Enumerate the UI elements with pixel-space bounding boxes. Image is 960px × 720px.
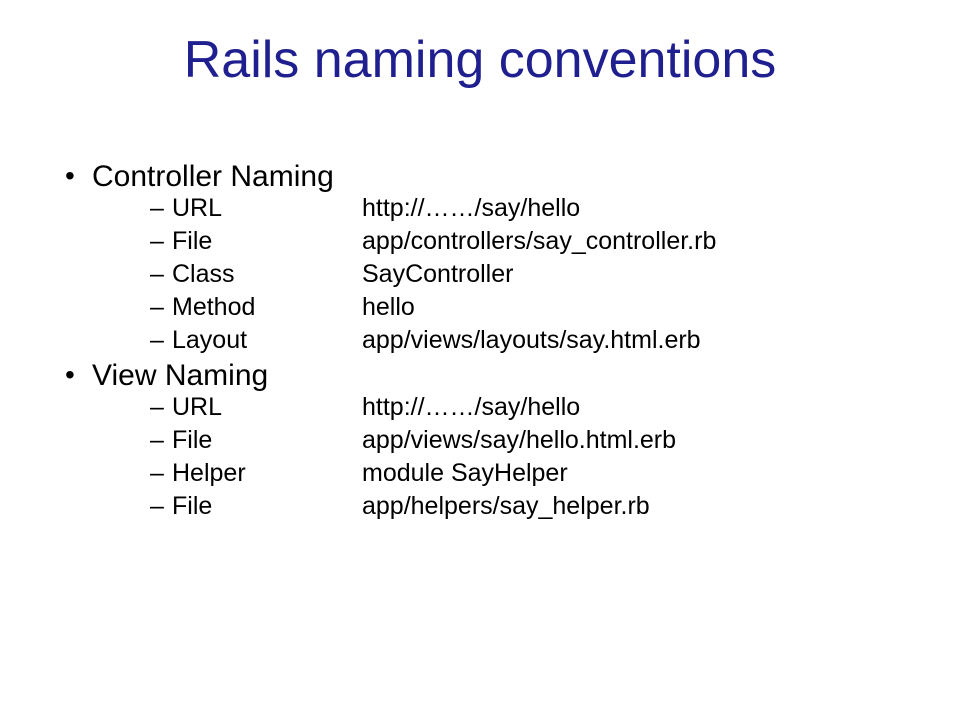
slide-content: Controller Naming URL http://……/say/hell… (0, 160, 960, 521)
section-heading-text: View Naming (92, 359, 268, 392)
list-item: Layout app/views/layouts/say.html.erb (150, 326, 960, 355)
list-item: File app/views/say/hello.html.erb (150, 426, 960, 455)
slide-title: Rails naming conventions (0, 30, 960, 90)
list-item: Class SayController (150, 260, 960, 289)
list-item: Helper module SayHelper (150, 459, 960, 488)
list-item: File app/controllers/say_controller.rb (150, 227, 960, 256)
item-value: SayController (362, 260, 513, 289)
item-label: URL (172, 393, 362, 422)
item-value: module SayHelper (362, 459, 568, 488)
item-value: app/helpers/say_helper.rb (362, 492, 650, 521)
item-value: hello (362, 293, 415, 322)
item-label: File (172, 227, 362, 256)
item-label: Class (172, 260, 362, 289)
item-label: File (172, 426, 362, 455)
item-value: http://……/say/hello (362, 194, 580, 223)
list-item: URL http://……/say/hello (150, 194, 960, 223)
section-heading: Controller Naming URL http://……/say/hell… (60, 160, 960, 355)
slide: Rails naming conventions Controller Nami… (0, 30, 960, 710)
item-value: app/views/say/hello.html.erb (362, 426, 676, 455)
section-heading: View Naming URL http://……/say/hello File… (60, 359, 960, 521)
item-label: Helper (172, 459, 362, 488)
list-item: URL http://……/say/hello (150, 393, 960, 422)
item-label: Layout (172, 326, 362, 355)
item-label: URL (172, 194, 362, 223)
item-value: app/controllers/say_controller.rb (362, 227, 716, 256)
item-list: URL http://……/say/hello File app/views/s… (92, 393, 960, 521)
list-item: File app/helpers/say_helper.rb (150, 492, 960, 521)
item-list: URL http://……/say/hello File app/control… (92, 194, 960, 355)
section-heading-text: Controller Naming (92, 160, 334, 193)
item-label: File (172, 492, 362, 521)
item-label: Method (172, 293, 362, 322)
item-value: http://……/say/hello (362, 393, 580, 422)
item-value: app/views/layouts/say.html.erb (362, 326, 701, 355)
list-item: Method hello (150, 293, 960, 322)
section-list: Controller Naming URL http://……/say/hell… (60, 160, 960, 521)
